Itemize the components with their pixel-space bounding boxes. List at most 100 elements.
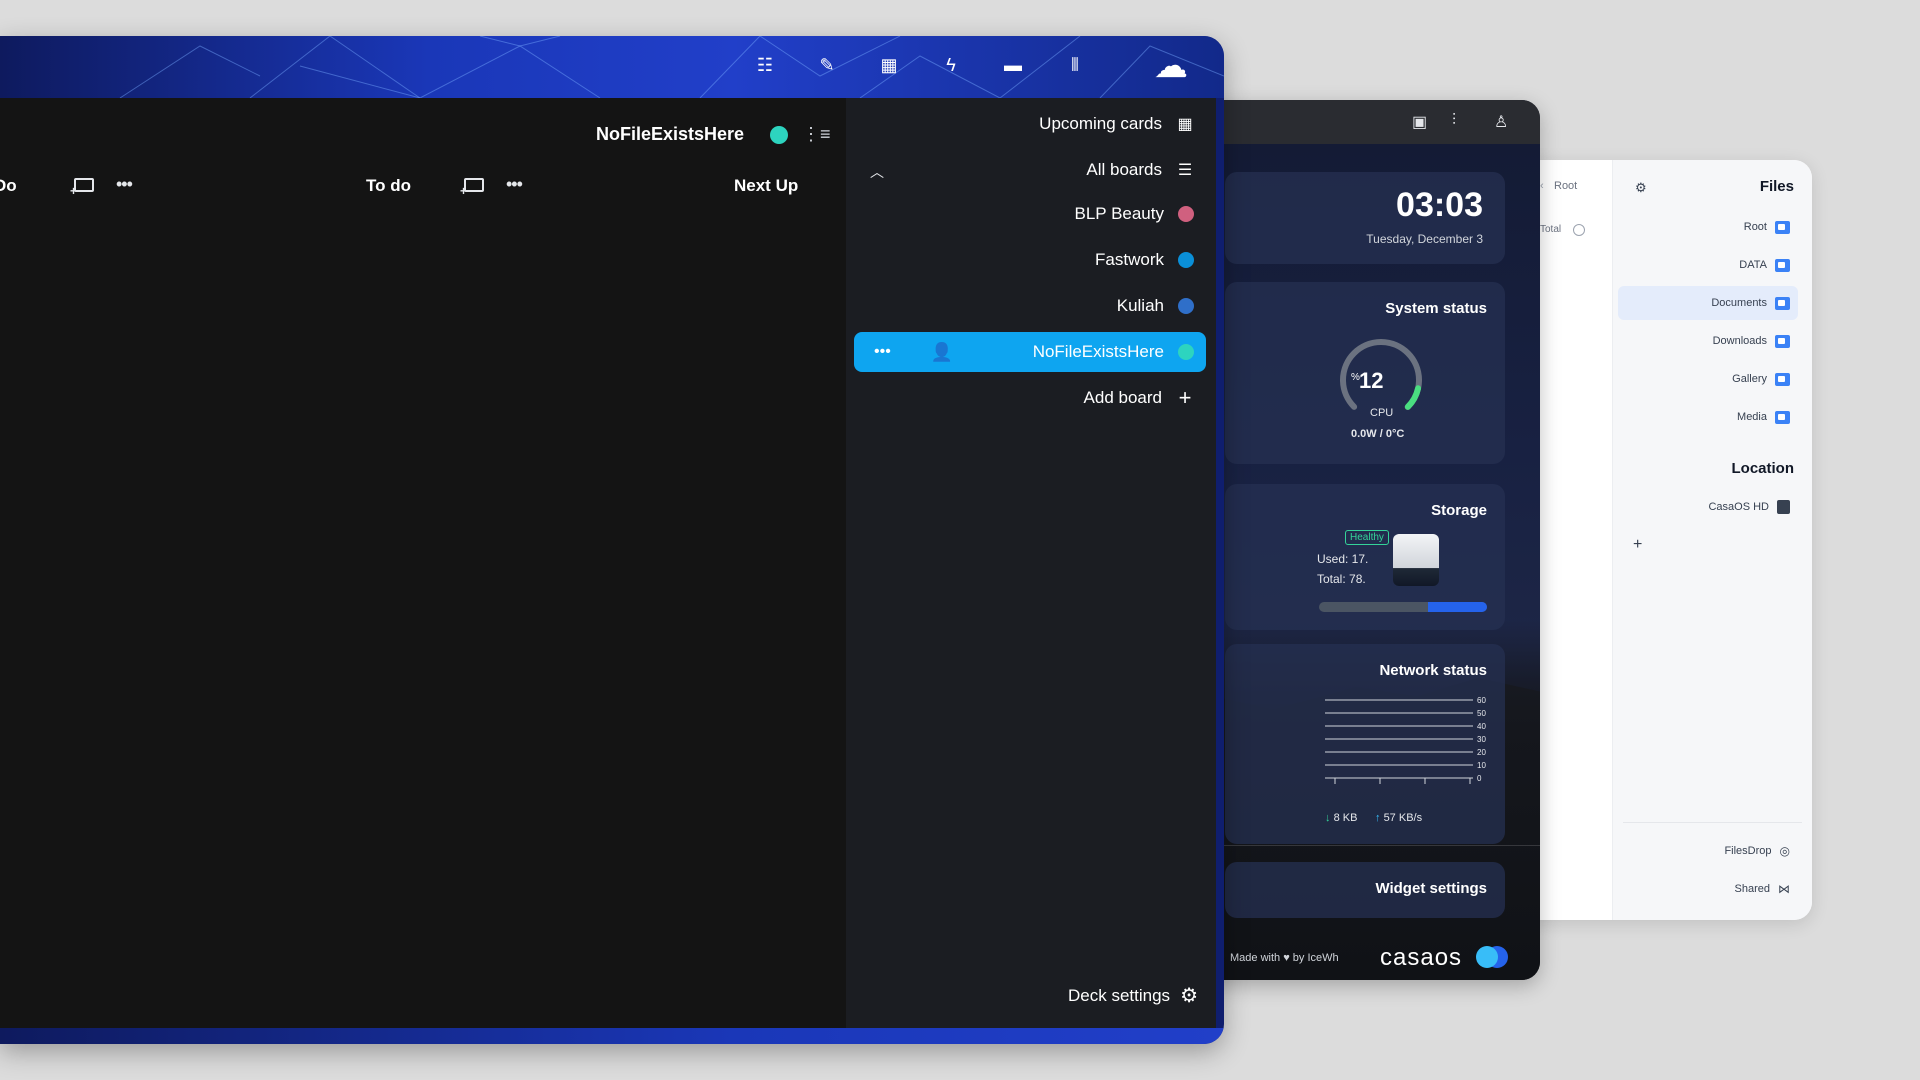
- sidebar-item-label: Media: [1737, 411, 1767, 423]
- downloads-folder-icon: [1775, 334, 1790, 348]
- photos-icon[interactable]: ▣: [1412, 112, 1427, 132]
- sidebar-item-blp-beauty[interactable]: BLP Beauty: [854, 194, 1206, 234]
- widget-settings-button[interactable]: Widget settings: [1225, 862, 1505, 918]
- sidebar-item-downloads[interactable]: Downloads: [1618, 324, 1798, 358]
- location-item-casaos-hd[interactable]: CasaOS HD: [1618, 490, 1798, 524]
- gallery-folder-icon: [1775, 372, 1790, 386]
- sidebar-item-label: All boards: [1086, 160, 1162, 179]
- storage-bar-fill: [1428, 602, 1487, 612]
- board-color-dot: [1178, 344, 1194, 360]
- sidebar-item-kuliah[interactable]: Kuliah: [854, 286, 1206, 326]
- deck-settings-button[interactable]: Deck settings ⚙: [858, 983, 1198, 1008]
- gear-icon: ⚙: [1180, 985, 1198, 1007]
- network-tick-label: 10: [1477, 761, 1486, 770]
- activity-app-icon[interactable]: ϟ: [940, 54, 962, 76]
- toggle-sidebar-icon[interactable]: ⋮≡: [802, 124, 831, 145]
- gear-icon[interactable]: ⚙: [1635, 180, 1647, 196]
- storage-widget: Storage Healthy Used: 17. Total: 78.: [1225, 484, 1505, 630]
- network-tick-label: 30: [1477, 735, 1486, 744]
- clock-time: 03:03: [1396, 186, 1483, 224]
- deck-window: ☷ ✎ ▦ ϟ ▬ ⦀ ☁ ⋮≡ NoFileExistsHere Next U…: [0, 36, 1224, 1044]
- sidebar-item-all-boards[interactable]: All boards ☰: [854, 150, 1206, 190]
- cpu-label: CPU: [1370, 407, 1394, 419]
- user-icon[interactable]: ♙: [1494, 112, 1508, 132]
- sidebar-item-label: FilesDrop: [1724, 845, 1772, 857]
- casaos-logo-icon: [1476, 946, 1498, 968]
- sidebar-item-label: Gallery: [1732, 373, 1767, 385]
- header-background-pattern: [119, 36, 1224, 98]
- stack-title-next-up[interactable]: Next Up: [734, 176, 798, 196]
- sidebar-item-filesdrop[interactable]: FilesDrop ◎: [1618, 834, 1798, 868]
- notes-app-icon[interactable]: ✎: [816, 54, 838, 76]
- stack-menu-icon[interactable]: •••: [116, 174, 133, 195]
- files-sidebar: ⚙ Files Root DATA Documents Downloads Ga…: [1612, 160, 1812, 920]
- network-chart: 60 50 40 30 20 10 0: [1325, 696, 1486, 784]
- calendar-app-icon[interactable]: ▦: [878, 54, 900, 76]
- files-title: Files: [1759, 178, 1794, 195]
- sidebar-item-data[interactable]: DATA: [1618, 248, 1798, 282]
- casaos-logo-text: casaos: [1380, 944, 1463, 971]
- sidebar-item-root[interactable]: Root: [1618, 210, 1798, 244]
- settings-sliders-icon[interactable]: ⫶: [1452, 112, 1456, 130]
- stack-title-do[interactable]: Do: [0, 176, 17, 196]
- network-tick-label: 40: [1477, 722, 1486, 731]
- sidebar-item-documents[interactable]: Documents: [1618, 286, 1798, 320]
- add-location-icon[interactable]: +: [1633, 536, 1642, 554]
- calendar-icon: ▦: [1177, 116, 1193, 133]
- download-speed-value: 8 KB: [1333, 812, 1358, 824]
- sidebar-item-label: Fastwork: [1095, 250, 1164, 269]
- sidebar-item-label: Root: [1743, 221, 1767, 233]
- home-folder-icon: [1775, 220, 1790, 234]
- more-options-icon[interactable]: •••: [874, 343, 891, 361]
- download-speed: ↓ 8 KB: [1325, 812, 1358, 824]
- sidebar-item-label: Shared: [1734, 883, 1770, 895]
- network-tick-label: 0: [1477, 774, 1482, 783]
- storage-total: Total: 78.: [1317, 572, 1366, 586]
- sidebar-item-label: NoFileExistsHere: [1032, 342, 1164, 361]
- add-board-label: Add board: [1083, 388, 1162, 407]
- sidebar-item-label: DATA: [1739, 259, 1767, 271]
- sidebar-item-label: BLP Beauty: [1074, 204, 1164, 223]
- sidebar-item-upcoming[interactable]: Upcoming cards ▦: [854, 104, 1206, 144]
- upload-speed-value: 57 KB/s: [1383, 812, 1423, 824]
- network-tick-label: 60: [1477, 696, 1486, 705]
- stack-title-to-do[interactable]: To do: [366, 176, 411, 196]
- boards-stack-icon: ☰: [1177, 162, 1193, 179]
- deck-sidebar: Upcoming cards ▦ ︿ All boards ☰ BLP Beau…: [846, 98, 1216, 1028]
- sidebar-item-shared[interactable]: Shared ⋈: [1618, 872, 1798, 906]
- storage-bar: [1319, 602, 1487, 612]
- widget-settings-label: Widget settings: [1375, 880, 1487, 897]
- stack-menu-icon[interactable]: •••: [506, 174, 523, 195]
- network-status-widget: Network status 60 50 40 30 20 10 0 ↑ 57 KB/s ↓…: [1225, 644, 1505, 844]
- total-label: Total: [1540, 224, 1562, 235]
- cpu-value: 12: [1359, 368, 1384, 393]
- breadcrumb[interactable]: Root: [1554, 180, 1577, 192]
- cpu-unit: %: [1351, 372, 1360, 383]
- dashboard-app-icon[interactable]: ⦀: [1064, 54, 1086, 76]
- add-card-icon[interactable]: [70, 178, 94, 198]
- board-color-dot: [1178, 252, 1194, 268]
- system-status-title: System status: [1385, 300, 1487, 317]
- sidebar-item-nofileexistshere[interactable]: ••• 👤 NoFileExistsHere: [854, 332, 1206, 372]
- add-card-icon[interactable]: [460, 178, 484, 198]
- breadcrumb-separator: ‹: [1540, 180, 1544, 192]
- shared-user-icon[interactable]: 👤: [931, 342, 953, 363]
- add-board-button[interactable]: Add board +: [854, 378, 1206, 418]
- files-app-icon[interactable]: ▬: [1002, 54, 1024, 76]
- disk-icon: [1393, 534, 1439, 586]
- board-color-dot: [1178, 206, 1194, 222]
- deck-app-icon[interactable]: ☷: [754, 54, 776, 76]
- location-title: Location: [1731, 460, 1795, 477]
- sidebar-item-label: Downloads: [1712, 335, 1767, 347]
- cloud-logo-icon[interactable]: ☁: [1144, 44, 1198, 88]
- sidebar-item-fastwork[interactable]: Fastwork: [854, 240, 1206, 280]
- storage-used: Used: 17.: [1317, 552, 1369, 566]
- drive-icon: [1777, 500, 1790, 514]
- sidebar-item-gallery[interactable]: Gallery: [1618, 362, 1798, 396]
- deck-settings-label: Deck settings: [1068, 985, 1171, 1005]
- select-all-radio[interactable]: [1573, 224, 1585, 236]
- app-header: ☷ ✎ ▦ ϟ ▬ ⦀ ☁: [0, 36, 1224, 98]
- media-folder-icon: [1775, 410, 1790, 424]
- power-readout: 0.0W / 0°C: [1351, 428, 1405, 440]
- sidebar-item-media[interactable]: Media: [1618, 400, 1798, 434]
